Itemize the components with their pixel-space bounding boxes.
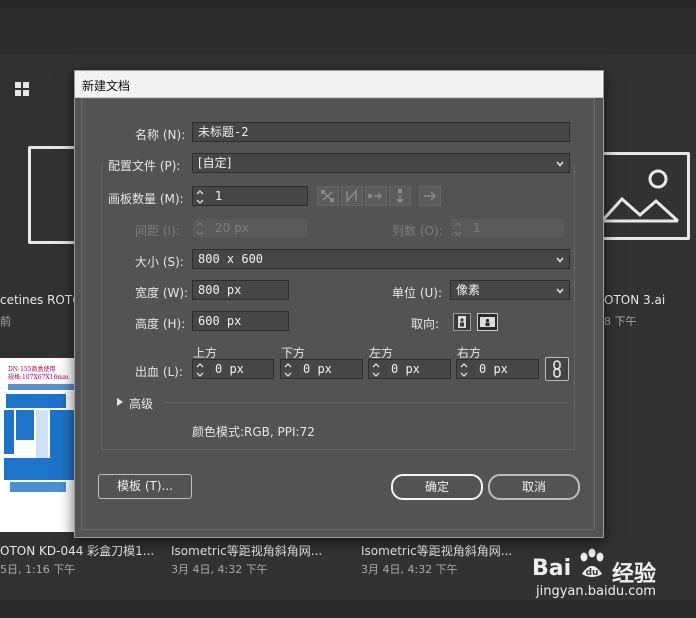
file-name[interactable]: Isometric等距视角斜角网... [361, 542, 512, 559]
size-select[interactable]: 800 x 600 [192, 249, 570, 269]
bleed-label: 出血 (L): [135, 365, 183, 379]
size-label: 大小 (S): [135, 255, 184, 269]
file-date: 前 [0, 315, 11, 328]
image-placeholder-icon [600, 169, 680, 223]
baidu-watermark: Bai du 经验 jingyan.baidu.com [532, 548, 692, 608]
landscape-button[interactable] [477, 313, 498, 331]
name-input[interactable]: 未标题-2 [192, 122, 570, 142]
templates-button[interactable]: 模板 (T)... [98, 474, 192, 499]
name-label: 名称 (N): [135, 128, 186, 142]
spacing-value: 20 px [215, 221, 249, 235]
svg-text:du: du [586, 568, 599, 578]
columns-label: 列数 (O): [392, 224, 443, 238]
layout-direction-button[interactable] [419, 186, 441, 206]
paw-logo-icon: du [580, 548, 604, 578]
ok-button[interactable]: 确定 [391, 474, 483, 500]
file-thumbnail-dieline[interactable]: DN-155商盒使用 规格:107X67X16mm [0, 358, 80, 532]
cancel-button[interactable]: 取消 [488, 474, 580, 500]
spacing-input[interactable]: 20 px [192, 218, 308, 238]
size-select-value: 800 x 600 [198, 252, 264, 266]
artboards-label: 画板数量 (M): [108, 192, 184, 206]
grid-by-row-button[interactable] [317, 186, 339, 206]
profile-group-box [101, 165, 575, 450]
chain-link-icon [553, 360, 561, 378]
bleed-left-value: 0 px [391, 362, 420, 376]
stepper-icon[interactable] [453, 220, 463, 238]
new-document-dialog: 新建文档 名称 (N): 未标题-2 配置文件 (P): [自定] 画板数量 (… [74, 70, 604, 538]
advanced-divider [165, 402, 569, 403]
triangle-right-icon[interactable] [116, 397, 124, 407]
columns-input[interactable]: 1 [450, 218, 565, 238]
height-input[interactable]: 600 px [192, 311, 289, 331]
dialog-title-bar: 新建文档 [75, 71, 603, 98]
arrange-by-column-button[interactable] [389, 186, 411, 206]
artboards-input[interactable]: 1 [192, 186, 308, 206]
grid-by-column-button[interactable] [341, 186, 363, 206]
file-name[interactable]: OTON 3.ai [604, 293, 665, 307]
width-input[interactable]: 800 px [192, 280, 289, 300]
dialog-title: 新建文档 [82, 79, 131, 93]
bleed-bottom-input[interactable]: 0 px [280, 359, 363, 379]
units-label: 单位 (U): [392, 286, 443, 300]
grid-view-icon[interactable] [15, 82, 29, 96]
file-thumbnail-image[interactable] [600, 152, 690, 240]
bleed-top-value: 0 px [215, 362, 244, 376]
file-date: 8 下午 [604, 315, 637, 328]
file-name[interactable]: OTON KD-044 彩盒刀模1... [0, 542, 154, 559]
app-top-bar [0, 0, 696, 8]
file-date: 3月 4日, 4:32 下午 [171, 563, 268, 576]
file-name[interactable]: Isometric等距视角斜角网... [171, 542, 322, 559]
height-label: 高度 (H): [135, 317, 186, 331]
bleed-left-input[interactable]: 0 px [368, 359, 451, 379]
stepper-icon[interactable] [371, 361, 381, 379]
arrange-by-column-icon [396, 189, 404, 204]
spacing-label: 间距 (I): [135, 224, 180, 238]
units-select[interactable]: 像素 [450, 280, 570, 300]
stepper-icon[interactable] [195, 361, 205, 379]
stepper-icon[interactable] [283, 361, 293, 379]
file-date: 5日, 1:16 下午 [0, 563, 76, 576]
stepper-icon[interactable] [195, 188, 205, 206]
artboards-value: 1 [215, 189, 223, 203]
portrait-button[interactable] [453, 313, 471, 331]
orientation-label: 取向: [411, 317, 440, 331]
stepper-icon[interactable] [195, 220, 205, 238]
arrow-right-icon [424, 191, 437, 201]
grid-by-column-icon [346, 189, 357, 203]
app-header [0, 8, 696, 54]
bleed-top-input[interactable]: 0 px [192, 359, 274, 379]
chevron-down-icon [556, 288, 564, 294]
stepper-icon[interactable] [459, 361, 469, 379]
file-name[interactable]: cetines ROTO [0, 293, 82, 307]
arrange-by-row-button[interactable] [365, 186, 387, 206]
landscape-icon [480, 317, 495, 327]
bleed-bottom-value: 0 px [303, 362, 332, 376]
units-select-value: 像素 [456, 283, 481, 297]
portrait-icon [458, 316, 466, 328]
grid-by-row-icon [321, 190, 334, 202]
arrange-by-row-icon [368, 192, 383, 200]
chevron-down-icon [556, 257, 564, 263]
file-date: 3月 4日, 4:32 下午 [361, 563, 458, 576]
bleed-right-value: 0 px [479, 362, 508, 376]
advanced-toggle[interactable]: 高级 [129, 395, 153, 412]
columns-value: 1 [473, 221, 481, 235]
color-mode-info: 颜色模式:RGB, PPI:72 [192, 425, 315, 439]
width-label: 宽度 (W): [135, 286, 189, 300]
bleed-right-input[interactable]: 0 px [456, 359, 539, 379]
link-bleed-button[interactable] [545, 357, 569, 381]
file-thumbnail-blank[interactable] [28, 146, 80, 244]
